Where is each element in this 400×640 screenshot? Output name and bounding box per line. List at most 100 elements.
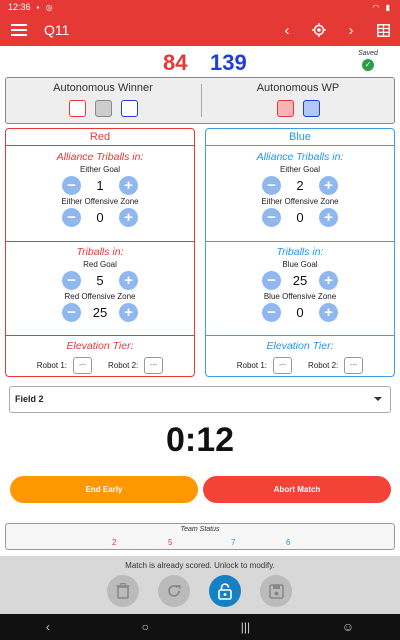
score-display: 84 139 bbox=[0, 48, 400, 75]
back-nav-icon[interactable]: ‹ bbox=[46, 620, 50, 634]
red-goal-stepper: − 5 + bbox=[6, 271, 194, 290]
refresh-icon bbox=[168, 585, 181, 597]
blue-either-zone-label: Either Offensive Zone bbox=[261, 197, 339, 206]
blue-either-zone-plus-button[interactable]: + bbox=[319, 208, 338, 227]
chevron-right-icon[interactable]: › bbox=[342, 21, 360, 39]
blue-either-goal-minus-button[interactable]: − bbox=[262, 176, 281, 195]
red-zone-minus-button[interactable]: − bbox=[62, 303, 81, 322]
dropdown-arrow-icon bbox=[374, 397, 382, 401]
lock-message: Match is already scored. Unlock to modif… bbox=[125, 561, 275, 570]
match-timer: 0:12 bbox=[165, 421, 235, 459]
blue-triballs-title: Triballs in: bbox=[276, 246, 324, 258]
blue-elevation-title: Elevation Tier: bbox=[266, 340, 334, 352]
refresh-button[interactable] bbox=[158, 575, 190, 607]
saved-indicator: Saved ✓ bbox=[352, 50, 384, 71]
blue-robot2-label: Robot 2: bbox=[308, 361, 339, 370]
chevron-left-icon[interactable]: ‹ bbox=[278, 21, 296, 39]
autonomous-winner-title: Autonomous Winner bbox=[53, 82, 153, 94]
blue-alliance-triballs-title: Alliance Triballs in: bbox=[256, 151, 344, 163]
red-triballs-title: Triballs in: bbox=[76, 246, 124, 258]
red-score: 84 bbox=[163, 50, 188, 75]
red-goal-plus-button[interactable]: + bbox=[119, 271, 138, 290]
auto-winner-tie-checkbox[interactable] bbox=[94, 100, 112, 117]
end-early-button[interactable]: End Early bbox=[10, 476, 198, 503]
blue-zone-value: 0 bbox=[296, 305, 304, 320]
home-nav-icon[interactable]: ○ bbox=[142, 620, 149, 634]
red-either-goal-plus-button[interactable]: + bbox=[119, 176, 138, 195]
field-select[interactable]: Field 2 bbox=[9, 386, 391, 413]
blue-robot1-label: Robot 1: bbox=[236, 361, 267, 370]
team-status-panel: Team Status 2 5 7 6 bbox=[5, 523, 395, 550]
blue-score: 139 bbox=[210, 50, 247, 75]
abort-match-button[interactable]: Abort Match bbox=[203, 476, 391, 503]
red-elevation-title: Elevation Tier: bbox=[66, 340, 134, 352]
blue-robot2-select[interactable]: --- bbox=[344, 357, 364, 374]
red-either-zone-value: 0 bbox=[96, 210, 104, 225]
autonomous-wp-title: Autonomous WP bbox=[256, 82, 340, 94]
red-goal-label: Red Goal bbox=[83, 260, 117, 269]
blue-either-goal-value: 2 bbox=[296, 178, 304, 193]
blue-zone-plus-button[interactable]: + bbox=[319, 303, 338, 322]
red-zone-label: Red Offensive Zone bbox=[64, 292, 136, 301]
blue-zone-label: Blue Offensive Zone bbox=[263, 292, 337, 301]
red-zone-value: 25 bbox=[92, 305, 108, 320]
blue-robot1-select[interactable]: --- bbox=[273, 357, 292, 374]
blue-panel-title: Blue bbox=[206, 129, 394, 146]
team-status-blue-2: 6 bbox=[286, 538, 291, 547]
blue-goal-minus-button[interactable]: − bbox=[262, 271, 281, 290]
check-icon: ✓ bbox=[362, 59, 374, 71]
red-either-goal-label: Either Goal bbox=[79, 165, 121, 174]
autonomous-section: Autonomous Winner Autonomous WP bbox=[5, 77, 395, 124]
target-icon[interactable] bbox=[310, 21, 328, 39]
red-robot2-select[interactable]: --- bbox=[144, 357, 164, 374]
red-alliance-panel: Red Alliance Triballs in: Either Goal − … bbox=[5, 128, 195, 377]
team-status-red-1: 2 bbox=[112, 538, 117, 547]
red-either-goal-stepper: − 1 + bbox=[6, 176, 194, 195]
red-zone-plus-button[interactable]: + bbox=[119, 303, 138, 322]
app-bar: Q11 ‹ › bbox=[0, 14, 400, 46]
team-status-title: Team Status bbox=[180, 526, 220, 533]
red-panel-title: Red bbox=[6, 129, 194, 146]
red-either-zone-minus-button[interactable]: − bbox=[62, 208, 81, 227]
red-robot1-label: Robot 1: bbox=[36, 361, 67, 370]
blue-either-goal-stepper: − 2 + bbox=[206, 176, 394, 195]
red-either-goal-minus-button[interactable]: − bbox=[62, 176, 81, 195]
red-alliance-triballs-title: Alliance Triballs in: bbox=[56, 151, 144, 163]
saved-label: Saved bbox=[358, 50, 378, 57]
save-icon bbox=[268, 583, 284, 599]
auto-wp-red-checkbox[interactable] bbox=[276, 100, 294, 117]
auto-wp-blue-checkbox[interactable] bbox=[302, 100, 320, 117]
grid-icon[interactable] bbox=[374, 21, 392, 39]
blue-goal-plus-button[interactable]: + bbox=[319, 271, 338, 290]
navigation-bar: ‹ ○ ||| ☺ bbox=[0, 614, 400, 640]
blue-zone-minus-button[interactable]: − bbox=[262, 303, 281, 322]
unlock-button[interactable] bbox=[209, 575, 241, 607]
red-zone-stepper: − 25 + bbox=[6, 303, 194, 322]
auto-winner-red-checkbox[interactable] bbox=[68, 100, 86, 117]
status-time: 12:36 bbox=[8, 2, 31, 12]
team-status-red-2: 5 bbox=[168, 538, 173, 547]
blue-goal-value: 25 bbox=[292, 273, 308, 288]
menu-icon[interactable] bbox=[8, 19, 30, 41]
unlock-icon bbox=[218, 582, 232, 600]
recents-nav-icon[interactable]: ||| bbox=[241, 620, 250, 634]
red-either-zone-label: Either Offensive Zone bbox=[61, 197, 139, 206]
accessibility-nav-icon[interactable]: ☺ bbox=[342, 620, 354, 634]
blue-either-zone-minus-button[interactable]: − bbox=[262, 208, 281, 227]
blue-either-goal-plus-button[interactable]: + bbox=[319, 176, 338, 195]
save-button[interactable] bbox=[260, 575, 292, 607]
blue-alliance-panel: Blue Alliance Triballs in: Either Goal −… bbox=[205, 128, 395, 377]
blue-either-zone-stepper: − 0 + bbox=[206, 208, 394, 227]
lock-toolbar: Match is already scored. Unlock to modif… bbox=[0, 556, 400, 614]
red-either-zone-plus-button[interactable]: + bbox=[119, 208, 138, 227]
red-goal-minus-button[interactable]: − bbox=[62, 271, 81, 290]
trash-icon bbox=[116, 583, 130, 599]
auto-winner-blue-checkbox[interactable] bbox=[120, 100, 138, 117]
red-either-goal-value: 1 bbox=[96, 178, 104, 193]
red-robot2-label: Robot 2: bbox=[108, 361, 139, 370]
system-icons: ◠ ▮ bbox=[372, 2, 392, 12]
red-robot1-select[interactable]: --- bbox=[73, 357, 92, 374]
delete-button[interactable] bbox=[107, 575, 139, 607]
red-goal-value: 5 bbox=[96, 273, 104, 288]
red-either-zone-stepper: − 0 + bbox=[6, 208, 194, 227]
